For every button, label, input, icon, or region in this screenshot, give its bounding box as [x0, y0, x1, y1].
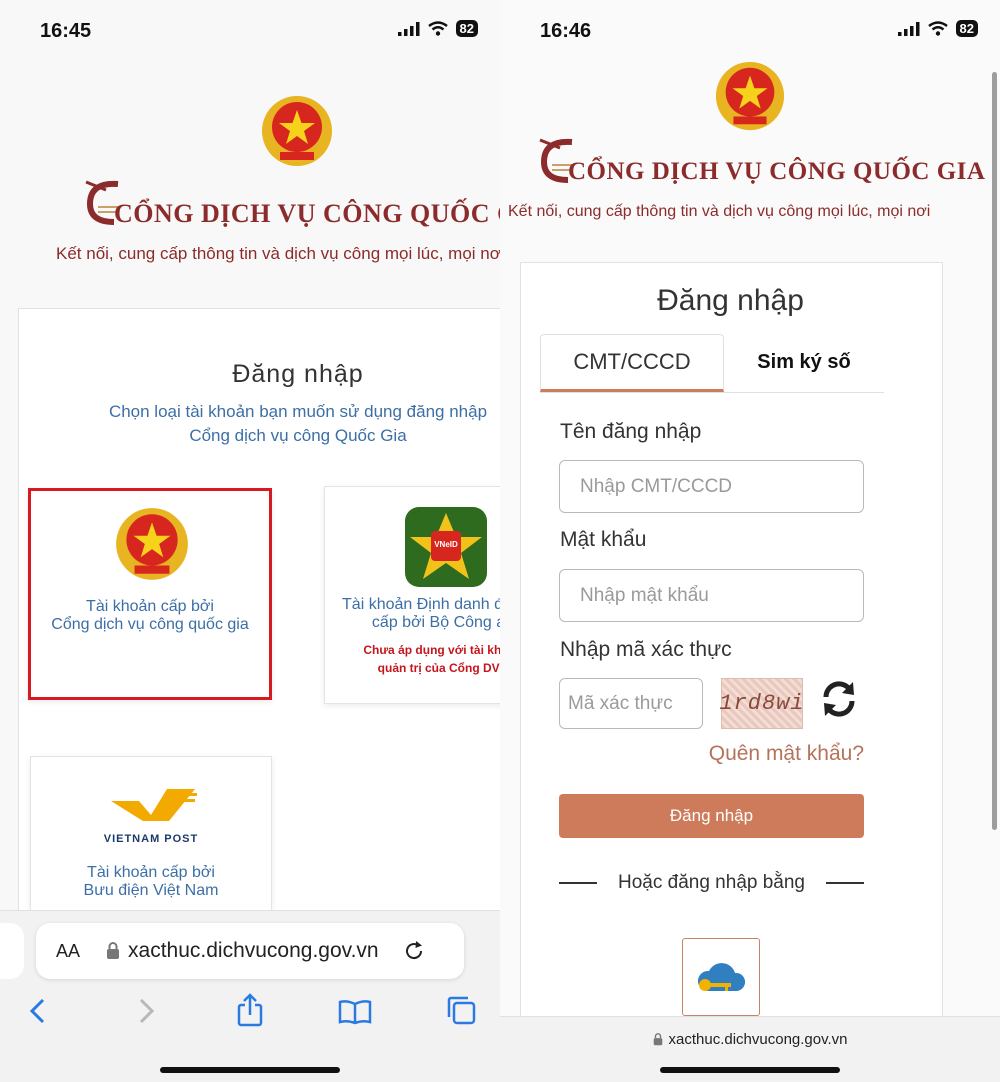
password-input[interactable]: Nhập mật khẩu [559, 569, 864, 622]
tab-label: Sim ký số [757, 350, 851, 373]
tab-sim-ky-so[interactable]: Sim ký số [726, 334, 882, 390]
tagline: Kết nối, cung cấp thông tin và dịch vụ c… [508, 203, 931, 220]
login-subtitle-line1: Chọn loại tài khoản bạn muốn sử dụng đăn… [108, 402, 488, 421]
forgot-password-link[interactable]: Quên mật khẩu? [559, 742, 864, 766]
username-label: Tên đăng nhập [560, 420, 702, 443]
scrollbar[interactable] [992, 72, 997, 830]
status-time: 16:46 [540, 20, 592, 42]
login-subtitle-line2: Cổng dịch vụ công Quốc Gia [189, 426, 407, 445]
wifi-icon [927, 21, 948, 36]
vietnam-post-logo-text: VIETNAM POST [103, 833, 199, 845]
lock-icon [653, 1033, 662, 1046]
captcha-input[interactable]: Mã xác thực [559, 678, 703, 729]
or-text: Hoặc đăng nhập bằng [618, 872, 805, 893]
forward-icon[interactable] [136, 997, 156, 1025]
account-card-dichvucong[interactable]: Tài khoản cấp bởi Cổng dịch vụ công quốc… [28, 488, 272, 700]
account-card-label-line1: Tài khoản cấp bởi [86, 598, 214, 615]
username-placeholder: Nhập CMT/CCCD [580, 475, 733, 497]
divider-line [826, 882, 864, 884]
share-icon[interactable] [236, 993, 264, 1027]
signal-icon [397, 21, 420, 36]
tab-label: CMT/CCCD [573, 349, 691, 374]
battery-icon: 82 [455, 20, 478, 37]
refresh-captcha-icon[interactable] [820, 680, 858, 718]
login-title: Đăng nhập [232, 360, 364, 388]
account-card-label-line1: Tài khoản Định danh điện tử [342, 596, 500, 613]
safari-bottom-bar: AA xacthuc.dichvucong.gov.vn [0, 910, 500, 1082]
account-warning-line2: quản trị của Cổng DVC [377, 661, 500, 675]
brand-title: CỔNG DỊCH VỤ CÔNG QUỐC GIA [568, 158, 986, 185]
lock-icon [107, 942, 120, 959]
divider-line [559, 882, 597, 884]
or-divider: Hoặc đăng nhập bằng [559, 872, 864, 894]
brand-title: CỔNG DỊCH VỤ CÔNG QUỐC GIA [114, 199, 500, 228]
login-title: Đăng nhập [657, 284, 804, 317]
captcha-image: 1rd8wi [719, 678, 805, 729]
address-bar[interactable]: AA xacthuc.dichvucong.gov.vn [36, 923, 464, 979]
captcha-text: 1rd8wi [719, 691, 805, 716]
username-input[interactable]: Nhập CMT/CCCD [559, 460, 864, 513]
account-card-label-line2: Bưu điện Việt Nam [83, 882, 219, 899]
wifi-icon [427, 21, 448, 36]
account-card-vneid[interactable]: VNeID Tài khoản Định danh điện tử cấp bở… [324, 486, 500, 704]
national-emblem-icon [715, 61, 785, 131]
login-button-label: Đăng nhập [669, 806, 754, 825]
home-indicator [660, 1067, 840, 1073]
status-bar: 16:45 82 [0, 0, 500, 64]
left-phone-screen: 16:45 82 CỔNG DỊCH VỤ CÔNG QUỐC GIA Kết … [0, 0, 500, 1082]
password-placeholder: Nhập mật khẩu [580, 584, 709, 606]
national-emblem-icon [116, 508, 188, 580]
key-login-button[interactable] [682, 938, 760, 1016]
account-warning-line1: Chưa áp dụng với tài khoản [363, 643, 500, 657]
status-bar: 16:46 82 [500, 0, 1000, 64]
signal-icon [897, 21, 920, 36]
previous-tab-stub[interactable] [0, 923, 24, 979]
captcha-label: Nhập mã xác thực [560, 638, 732, 661]
safari-compact-bar: xacthuc.dichvucong.gov.vn [500, 1016, 1000, 1082]
url-text: xacthuc.dichvucong.gov.vn [668, 1031, 848, 1048]
tab-cmt-cccd[interactable]: CMT/CCCD [540, 334, 724, 392]
compact-url[interactable]: xacthuc.dichvucong.gov.vn [500, 1031, 1000, 1048]
tagline: Kết nối, cung cấp thông tin và dịch vụ c… [56, 244, 500, 263]
tabs-icon[interactable] [446, 995, 476, 1025]
reload-icon[interactable] [403, 940, 425, 962]
vneid-clip: Tài khoản Định danh điện tử cấp bởi Bộ C… [325, 487, 500, 703]
password-label: Mật khẩu [560, 528, 647, 551]
url-text: xacthuc.dichvucong.gov.vn [128, 939, 379, 962]
captcha-placeholder: Mã xác thực [568, 692, 673, 714]
account-card-label-line2: Cổng dịch vụ công quốc gia [51, 616, 249, 633]
bookmarks-icon[interactable] [338, 999, 372, 1025]
vietnam-post-logo-icon [111, 789, 197, 821]
account-card-label-line2: cấp bởi Bộ Công an [371, 614, 500, 631]
right-phone-screen: 16:46 82 CỔNG DỊCH VỤ CÔNG QUỐC GIA Kết … [500, 0, 1000, 1082]
account-card-label-line1: Tài khoản cấp bởi [87, 864, 215, 881]
status-time: 16:45 [40, 20, 92, 42]
battery-icon: 82 [955, 20, 978, 37]
cloud-key-icon [697, 963, 746, 991]
back-icon[interactable] [28, 997, 48, 1025]
login-button[interactable]: Đăng nhập [559, 794, 864, 838]
text-size-button[interactable]: AA [56, 941, 80, 962]
national-emblem-icon [262, 96, 332, 166]
tab-bar-line [540, 392, 884, 393]
home-indicator [160, 1067, 340, 1073]
